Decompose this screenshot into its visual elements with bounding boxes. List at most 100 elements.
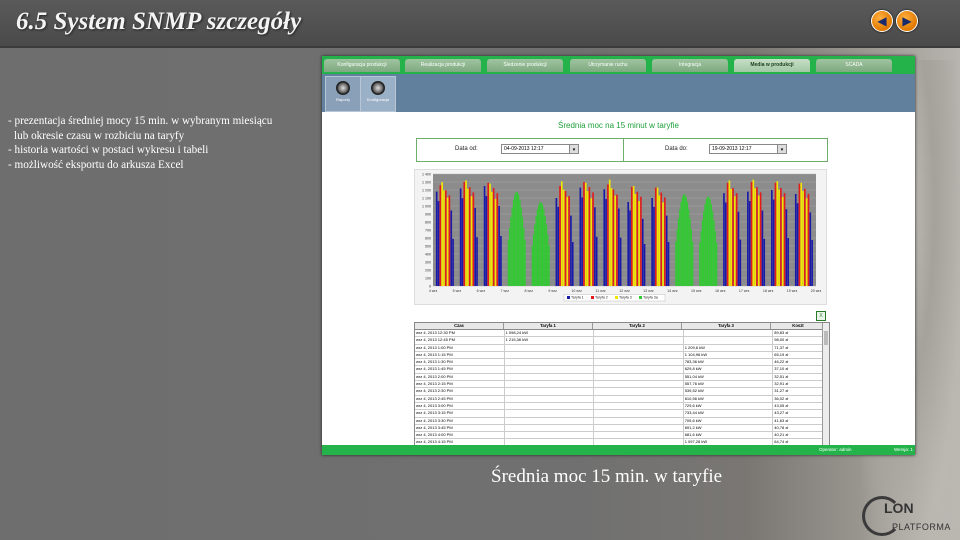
arrow-left-icon: ◀ <box>877 14 887 28</box>
table-scrollbar[interactable] <box>822 323 829 447</box>
y-tick-label: 700 <box>425 229 431 233</box>
date-to-input[interactable] <box>709 144 785 154</box>
x-tick-label: 16 wrz <box>715 289 726 293</box>
scrollbar-thumb[interactable] <box>824 331 828 345</box>
bar <box>508 228 511 286</box>
bar <box>680 202 682 286</box>
table-row[interactable]: wrz 4, 2013 4:00 PM 681,6 kW 40,21 zł <box>415 432 829 440</box>
slide-title: 6.5 System SNMP szczegóły <box>16 8 302 35</box>
bar <box>643 244 646 286</box>
data-table: Czas Taryfa 1 Taryfa 2 Taryfa 3 Koszt wr… <box>414 322 830 448</box>
col-koszt[interactable]: Koszt <box>771 323 826 329</box>
date-from-input[interactable] <box>501 144 577 154</box>
status-operator: Operator: admin <box>819 447 852 452</box>
table-row[interactable]: wrz 4, 2013 2:30 PM 539,52 kW 31,27 zł <box>415 388 829 396</box>
bar <box>685 196 687 286</box>
date-range-panel: Data od: ▾ Data do: ▾ <box>416 138 828 162</box>
date-to-dropdown[interactable]: ▾ <box>777 144 787 154</box>
table-cell: 705,6 kW <box>684 417 774 424</box>
table-cell <box>594 366 684 373</box>
table-row[interactable]: wrz 4, 2013 1:30 PM 783,36 kW 46,22 zł <box>415 359 829 367</box>
table-row[interactable]: wrz 4, 2013 3:15 PM 733,44 kW 43,27 zł <box>415 410 829 418</box>
bar <box>472 192 475 286</box>
bar <box>802 191 804 286</box>
table-row[interactable]: wrz 4, 2013 12:30 PM 1 098,24 kW 89,83 zł <box>415 330 829 338</box>
tab-sledzenie-produkcji[interactable]: Śledzenie produkcji <box>487 59 563 72</box>
table-cell <box>505 344 595 351</box>
table-row[interactable]: wrz 4, 2013 1:00 PM 1 209,6 kW 71,37 zł <box>415 344 829 352</box>
bar <box>785 209 788 286</box>
bar <box>547 234 549 286</box>
table-row[interactable]: wrz 4, 2013 2:45 PM 610,56 kW 36,02 zł <box>415 395 829 403</box>
excel-export-button[interactable]: X <box>816 311 826 321</box>
bar <box>570 215 572 286</box>
col-czas[interactable]: Czas <box>415 323 504 329</box>
table-cell: 40,78 zł <box>773 424 829 432</box>
bar <box>763 238 766 286</box>
table-cell: 733,44 kW <box>684 410 774 417</box>
table-row[interactable]: wrz 4, 2013 3:30 PM 705,6 kW 41,63 zł <box>415 417 829 425</box>
bar <box>686 202 689 286</box>
tab-scada[interactable]: SCADA <box>816 59 892 72</box>
table-row[interactable]: wrz 4, 2013 2:15 PM 557,76 kW 32,91 zł <box>415 381 829 389</box>
table-cell: wrz 4, 2013 1:00 PM <box>415 344 505 351</box>
bar <box>459 188 462 286</box>
table-cell: 729,6 kW <box>684 402 774 410</box>
bar <box>561 181 563 286</box>
table-cell: 37,10 zł <box>773 366 829 373</box>
table-cell <box>505 381 595 388</box>
x-tick-label: 13 wrz <box>643 289 654 293</box>
table-row[interactable]: wrz 4, 2013 3:45 PM 691,2 kW 40,78 zł <box>415 424 829 433</box>
bar <box>444 190 447 286</box>
reports-button[interactable]: Raporty <box>325 76 361 112</box>
x-tick-label: 7 wrz <box>501 289 510 293</box>
bar <box>543 209 545 286</box>
table-row[interactable]: wrz 4, 2013 1:45 PM 629,8 kW 37,10 zł <box>415 366 829 374</box>
table-cell <box>594 395 684 402</box>
tab-media-w-produkcji[interactable]: Media w produkcji <box>734 59 810 72</box>
bar <box>677 218 680 286</box>
previous-slide-button[interactable]: ◀ <box>871 10 893 32</box>
configuration-button[interactable]: Konfiguracja <box>360 76 396 112</box>
bar <box>446 197 449 286</box>
table-cell <box>505 366 595 373</box>
bar <box>732 187 734 286</box>
tab-integracja[interactable]: Integracja <box>652 59 728 72</box>
table-cell: wrz 4, 2013 12:45 PM <box>415 337 505 344</box>
legend-label: Taryfa 2 <box>595 296 608 300</box>
configuration-label: Konfiguracja <box>366 97 390 102</box>
date-to-label: Data do: <box>665 146 688 152</box>
table-cell: 71,37 zł <box>773 344 829 351</box>
bar <box>705 199 707 286</box>
table-cell <box>505 417 595 424</box>
table-row[interactable]: wrz 4, 2013 12:45 PM 1 215,36 kW 98,00 zł <box>415 337 829 345</box>
x-tick-label: 5 wrz <box>453 289 462 293</box>
legend-label: Taryfa 3 <box>619 296 632 300</box>
bar <box>754 188 756 286</box>
table-cell <box>594 351 684 359</box>
bar <box>583 182 585 286</box>
table-cell: wrz 4, 2013 12:30 PM <box>415 330 505 337</box>
x-tick-label: 10 wrz <box>571 289 582 293</box>
col-taryfa-2[interactable]: Taryfa 2 <box>593 323 682 329</box>
bar <box>665 215 668 286</box>
table-cell <box>594 373 684 381</box>
col-taryfa-1[interactable]: Taryfa 1 <box>504 323 593 329</box>
table-cell: 98,00 zł <box>773 337 829 344</box>
tab-utrzymanie-ruchu[interactable]: Utrzymanie ruchu <box>570 59 646 72</box>
table-cell: wrz 4, 2013 2:15 PM <box>415 381 505 388</box>
bar <box>619 237 622 286</box>
table-cell: 691,2 kW <box>684 424 774 432</box>
next-slide-button[interactable]: ▶ <box>896 10 918 32</box>
tab-realizacja-produkcji[interactable]: Realizacja produkcji <box>405 59 481 72</box>
col-taryfa-3[interactable]: Taryfa 3 <box>682 323 771 329</box>
date-from-dropdown[interactable]: ▾ <box>569 144 579 154</box>
bar <box>538 204 540 286</box>
table-cell <box>684 337 774 344</box>
module-tabs: Konfiguracja produkcji Realizacja produk… <box>322 56 915 74</box>
table-row[interactable]: wrz 4, 2013 1:15 PM 1 104,96 kW 65,19 zł <box>415 351 829 360</box>
table-row[interactable]: wrz 4, 2013 2:00 PM 551,04 kW 32,51 zł <box>415 373 829 382</box>
table-cell: 1 098,24 kW <box>505 330 595 337</box>
tab-konfiguracja-produkcji[interactable]: Konfiguracja produkcji <box>324 59 400 72</box>
table-row[interactable]: wrz 4, 2013 3:00 PM 729,6 kW 43,05 zł <box>415 402 829 411</box>
